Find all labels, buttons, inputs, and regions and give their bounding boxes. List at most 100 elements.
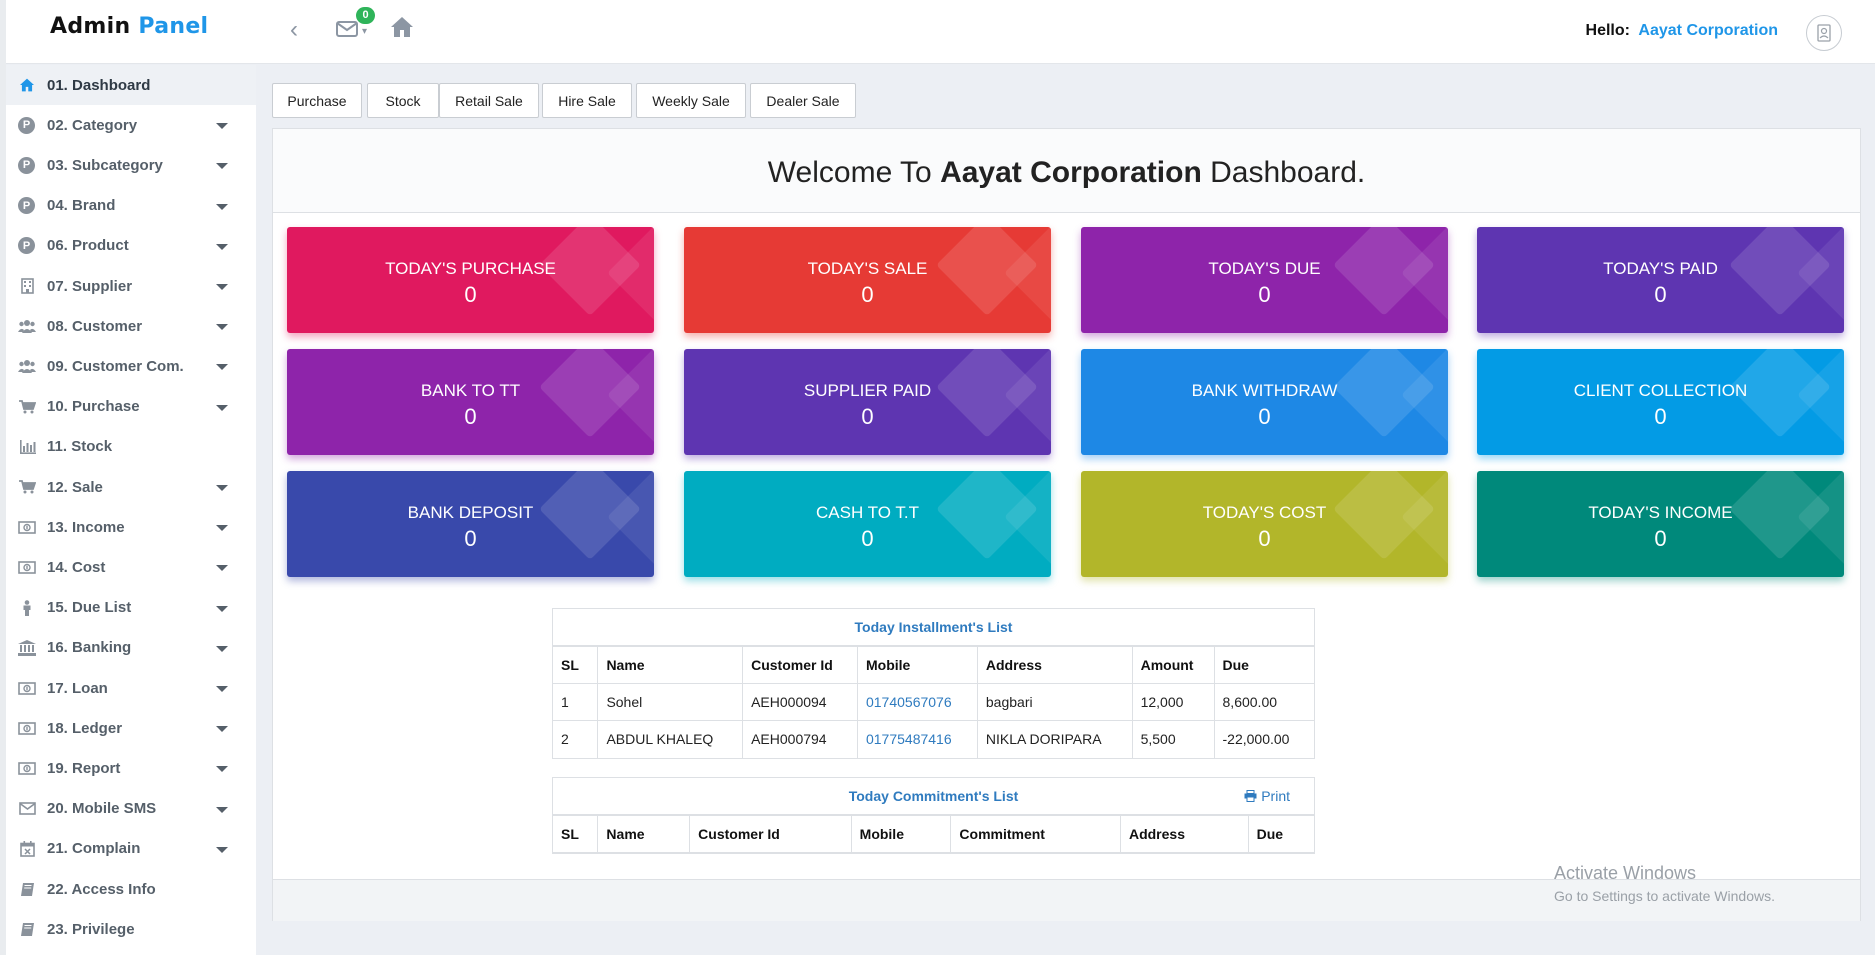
table-cell: 2 — [553, 720, 599, 758]
envelope-icon[interactable] — [336, 20, 358, 43]
toolbar-button-weekly-sale[interactable]: Weekly Sale — [636, 83, 746, 118]
table-cell: 01775487416 — [856, 720, 978, 758]
sidebar-item-privilege[interactable]: 23. Privilege — [6, 909, 256, 949]
stat-card-cash-to-t-t[interactable]: CASH TO T.T 0 — [684, 471, 1051, 577]
card-title: TODAY'S SALE — [807, 259, 928, 278]
avatar-icon[interactable] — [1806, 15, 1842, 51]
sidebar-item-purchase[interactable]: 10. Purchase — [6, 387, 256, 427]
sidebar-item-label: 18. Ledger — [47, 719, 123, 737]
toolbar-button-stock[interactable]: Stock — [367, 83, 439, 118]
sidebar-item-brand[interactable]: P 04. Brand — [6, 186, 256, 226]
sidebar-item-sale[interactable]: 12. Sale — [6, 467, 256, 507]
card-title: CASH TO T.T — [816, 503, 919, 522]
commitment-caption: Today Commitment's List Print — [553, 778, 1314, 815]
column-header: Due — [1247, 815, 1314, 853]
toolbar-button-hire-sale[interactable]: Hire Sale — [542, 83, 632, 118]
stat-card-bank-deposit[interactable]: BANK DEPOSIT 0 — [287, 471, 654, 577]
p-circle-icon: P — [18, 156, 35, 174]
card-value: 0 — [1654, 282, 1667, 307]
sidebar-item-banking[interactable]: 16. Banking — [6, 628, 256, 668]
sidebar-item-income[interactable]: 13. Income — [6, 507, 256, 547]
toolbar-button-purchase[interactable]: Purchase — [272, 83, 362, 118]
caret-down-icon — [216, 686, 228, 692]
caret-down-icon — [216, 163, 228, 170]
stat-card-bank-withdraw[interactable]: BANK WITHDRAW 0 — [1081, 349, 1448, 455]
sidebar-item-label: 09. Customer Com. — [47, 357, 184, 375]
welcome-prefix: Welcome To — [767, 156, 932, 189]
card-title: CLIENT COLLECTION — [1573, 381, 1748, 400]
sidebar-item-supplier[interactable]: 07. Supplier — [6, 266, 256, 306]
sidebar-item-subcategory[interactable]: P 03. Subcategory — [6, 145, 256, 185]
sidebar-item-customer[interactable]: 08. Customer — [6, 306, 256, 346]
stat-card-today-s-income[interactable]: TODAY'S INCOME 0 — [1477, 471, 1844, 577]
sidebar-item-complain[interactable]: 21. Complain — [6, 829, 256, 869]
money-icon — [16, 556, 38, 578]
sidebar-item-label: 15. Due List — [47, 599, 132, 617]
stat-card-today-s-paid[interactable]: TODAY'S PAID 0 — [1477, 227, 1844, 333]
windows-watermark: Activate Windows Go to Settings to activ… — [1554, 863, 1775, 904]
caret-down-icon — [216, 404, 228, 411]
card-value: 0 — [1654, 404, 1667, 429]
sidebar-item-dashboard[interactable]: 01. Dashboard — [6, 65, 256, 105]
sidebar-item-category[interactable]: P 02. Category — [6, 105, 256, 145]
stat-card-today-s-sale[interactable]: TODAY'S SALE 0 — [684, 227, 1051, 333]
caret-down-icon — [216, 565, 228, 572]
mail-count-badge: 0 — [356, 7, 375, 24]
sidebar-item-customer-com[interactable]: 09. Customer Com. — [6, 346, 256, 386]
watermark-line2: Go to Settings to activate Windows. — [1554, 888, 1775, 904]
sidebar-item-loan[interactable]: 17. Loan — [6, 668, 256, 708]
mobile-link[interactable]: 01775487416 — [866, 731, 952, 747]
home-icon[interactable] — [390, 16, 414, 45]
greeting-company[interactable]: Aayat Corporation — [1638, 22, 1778, 39]
sidebar-item-report[interactable]: 19. Report — [6, 748, 256, 788]
stat-card-bank-to-tt[interactable]: BANK TO TT 0 — [287, 349, 654, 455]
sidebar-item-stock[interactable]: 11. Stock — [6, 427, 256, 467]
mail-caret-icon[interactable]: ▾ — [362, 26, 367, 37]
stat-card-today-s-due[interactable]: TODAY'S DUE 0 — [1081, 227, 1448, 333]
sidebar-item-label: 16. Banking — [47, 639, 132, 657]
sidebar-item-due-list[interactable]: 15. Due List — [6, 588, 256, 628]
table-cell: ABDUL KHALEQ — [597, 720, 744, 758]
installment-table: SL Name Customer Id Mobile Address Amount Due … — [553, 646, 1314, 758]
sidebar-item-mobile-sms[interactable]: 20. Mobile SMS — [6, 789, 256, 829]
top-bar: Admin Panel ‹ ▾ 0 Hello: Aayat Corporati… — [0, 0, 1875, 64]
book-icon — [16, 918, 38, 940]
sidebar-item-label: 08. Customer — [47, 317, 143, 335]
person-icon — [16, 597, 38, 619]
card-value: 0 — [861, 404, 874, 429]
caret-down-icon — [216, 364, 228, 371]
sidebar-item-label: 12. Sale — [47, 478, 103, 496]
brand-text-admin: Admin — [50, 14, 131, 39]
stat-card-client-collection[interactable]: CLIENT COLLECTION 0 — [1477, 349, 1844, 455]
column-header: Due — [1213, 646, 1314, 684]
chevron-left-icon[interactable]: ‹ — [290, 18, 298, 42]
sidebar-item-label: 19. Report — [47, 759, 121, 777]
column-header: Commitment — [950, 815, 1121, 853]
greeting: Hello: Aayat Corporation — [1586, 22, 1778, 40]
table-cell: 5,500 — [1131, 720, 1215, 758]
sidebar-item-label: 21. Complain — [47, 840, 141, 858]
stat-card-today-s-cost[interactable]: TODAY'S COST 0 — [1081, 471, 1448, 577]
welcome-company: Aayat Corporation — [940, 156, 1202, 189]
toolbar-button-retail-sale[interactable]: Retail Sale — [439, 83, 539, 118]
caret-down-icon — [216, 766, 228, 773]
users-icon — [16, 315, 38, 337]
brand-logo[interactable]: Admin Panel — [50, 14, 208, 39]
brand-text-panel: Panel — [138, 14, 209, 39]
money-icon — [16, 757, 38, 779]
sidebar-item-cost[interactable]: 14. Cost — [6, 547, 256, 587]
sidebar-item-ledger[interactable]: 18. Ledger — [6, 708, 256, 748]
toolbar-button-dealer-sale[interactable]: Dealer Sale — [750, 83, 856, 118]
mobile-link[interactable]: 01740567076 — [866, 694, 952, 710]
caret-down-icon — [216, 243, 228, 250]
bank-icon — [16, 637, 38, 659]
card-value: 0 — [861, 282, 874, 307]
sidebar-item-access-info[interactable]: 22. Access Info — [6, 869, 256, 909]
sidebar-item-label: 17. Loan — [47, 679, 108, 697]
panel-header: Welcome To Aayat Corporation Dashboard. — [273, 129, 1860, 213]
stat-card-today-s-purchase[interactable]: TODAY'S PURCHASE 0 — [287, 227, 654, 333]
sidebar-item-product[interactable]: P 06. Product — [6, 226, 256, 266]
print-button[interactable]: Print — [1244, 778, 1290, 815]
table-row: 2 ABDUL KHALEQ AEH000794 01775487416 NIKLA D… — [553, 720, 1314, 758]
stat-card-supplier-paid[interactable]: SUPPLIER PAID 0 — [684, 349, 1051, 455]
